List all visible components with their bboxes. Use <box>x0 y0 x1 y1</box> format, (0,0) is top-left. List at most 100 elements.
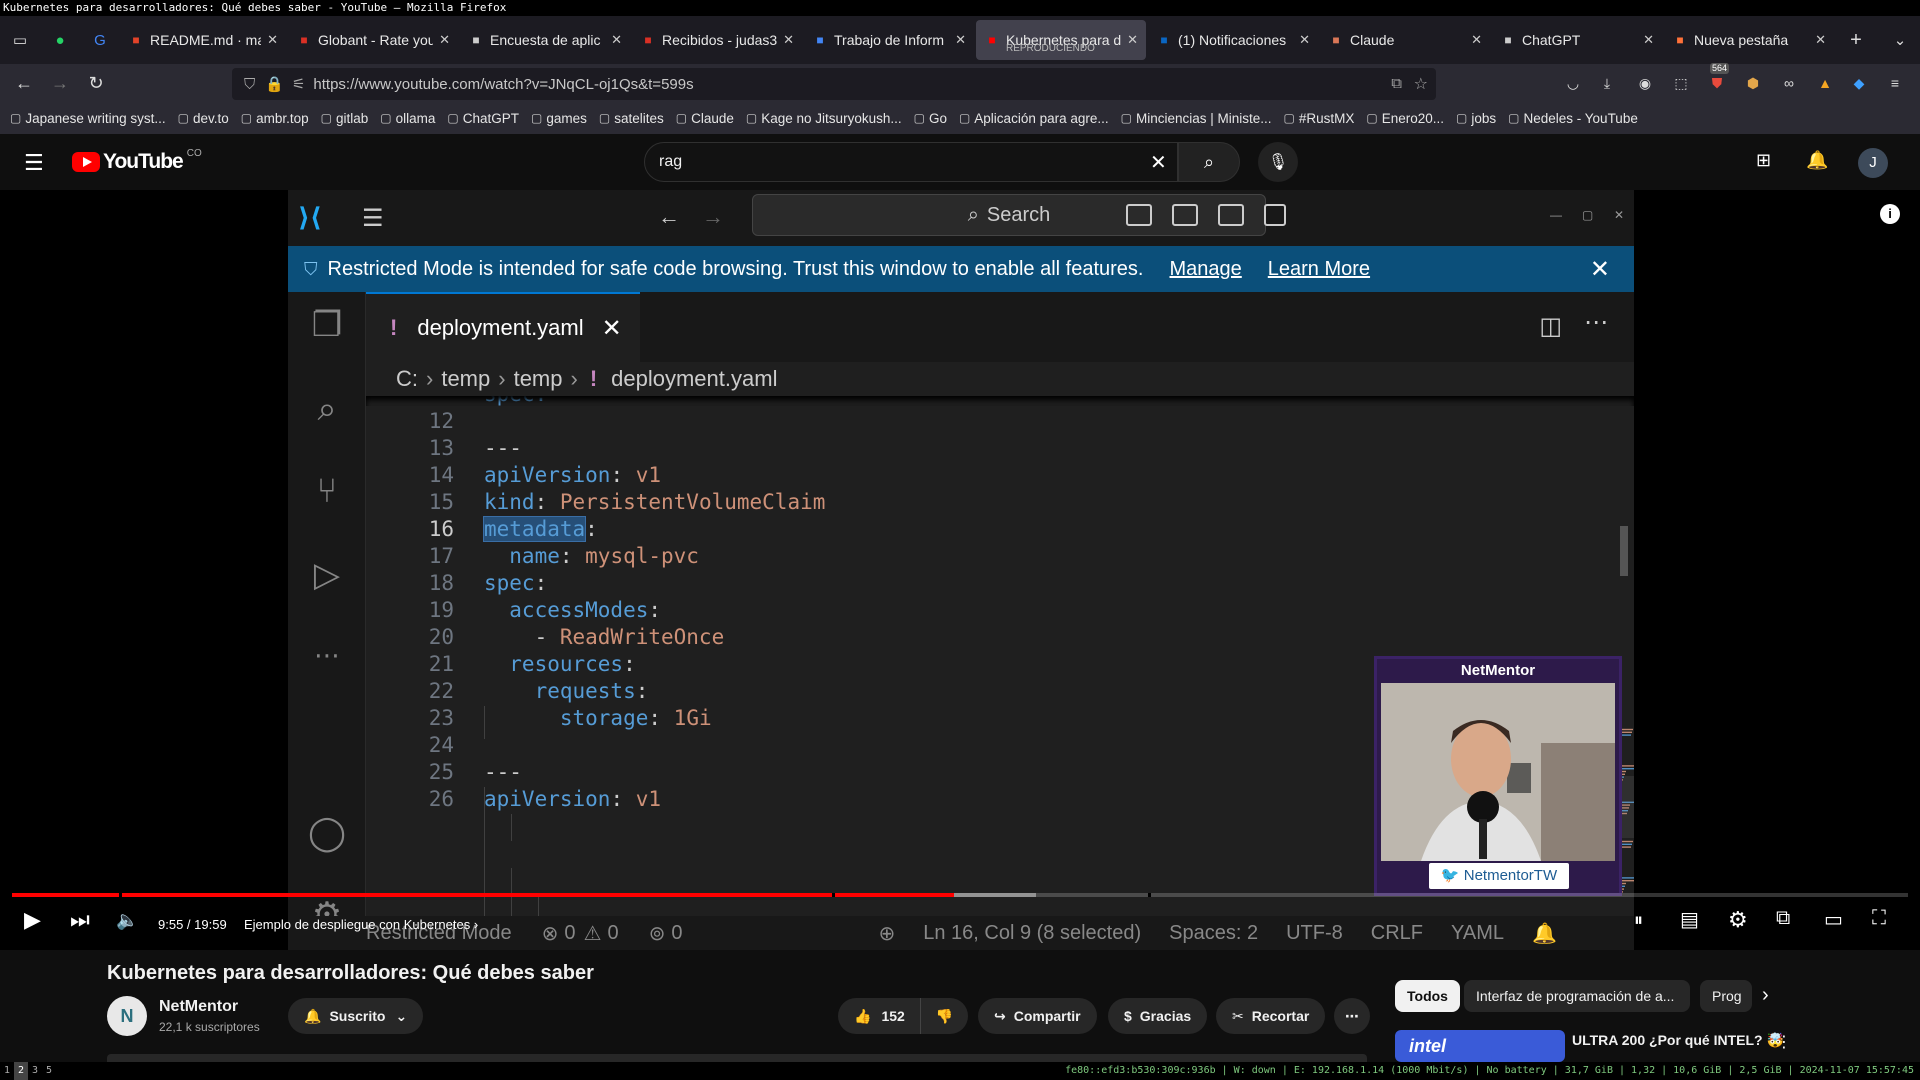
bookmark-item[interactable]: ▢ Minciencias | Ministe... <box>1121 111 1272 126</box>
bookmark-item[interactable]: ▢ Aplicación para agre... <box>959 111 1109 126</box>
side-video-title[interactable]: ULTRA 200 ¿Por qué INTEL? 🤯 <box>1572 1032 1784 1049</box>
browser-tab[interactable]: ■ Claude ✕ <box>1320 20 1490 60</box>
user-avatar[interactable]: J <box>1858 148 1888 178</box>
bookmark-item[interactable]: ▢ jobs <box>1456 111 1496 126</box>
pocket-icon[interactable]: ◡ <box>1562 72 1584 94</box>
chapter-title[interactable]: Ejemplo de despliegue con Kubernetes › <box>244 917 478 932</box>
bookmark-item[interactable]: ▢ gitlab <box>321 111 369 126</box>
browser-tab[interactable]: ■ Nueva pestaña ✕ <box>1664 20 1834 60</box>
channel-avatar[interactable]: N <box>107 996 147 1036</box>
downloads-icon[interactable]: ⤓ <box>1596 72 1618 94</box>
subscribed-button[interactable]: 🔔 Suscrito ⌄ <box>288 998 424 1034</box>
browser-tab[interactable]: ■ Recibidos - judas3 ✕ <box>632 20 802 60</box>
youtube-logo[interactable]: YouTube CO <box>72 148 202 174</box>
shield-icon[interactable]: ⛉ <box>244 76 255 93</box>
bookmark-item[interactable]: ▢ Japanese writing syst... <box>10 111 166 126</box>
browser-tab[interactable]: ■ Globant - Rate you ✕ <box>288 20 458 60</box>
translate-icon[interactable]: ⧉ <box>1391 75 1402 92</box>
browser-tab[interactable]: ■ README.md · mai ✕ <box>120 20 286 60</box>
extension-icon[interactable]: ⬢ <box>1742 72 1764 94</box>
close-tab-icon[interactable]: ✕ <box>1471 32 1482 48</box>
theater-mode-icon[interactable]: ▭ <box>1824 907 1843 932</box>
chip-programming[interactable]: Prog <box>1700 980 1752 1012</box>
autoplay-toggle[interactable]: ⏸ <box>1634 910 1643 931</box>
bookmark-item[interactable]: ▢ ChatGPT <box>447 111 519 126</box>
back-arrow-icon[interactable]: ← <box>6 67 42 99</box>
play-button[interactable]: ▶ <box>24 907 41 933</box>
close-tab-icon[interactable]: ✕ <box>611 32 622 48</box>
more-actions-button[interactable]: ⋯ <box>1334 998 1370 1034</box>
tab-list-icon[interactable]: ▭ <box>0 20 40 60</box>
volume-icon[interactable]: 🔈 <box>116 910 138 931</box>
new-tab-icon[interactable]: + <box>1836 20 1876 60</box>
youtube-search-input[interactable]: rag <box>644 142 1178 182</box>
close-tab-icon[interactable]: ✕ <box>267 32 278 48</box>
bookmark-item[interactable]: ▢ Nedeles - YouTube <box>1508 111 1638 126</box>
fullscreen-icon[interactable]: ⛶ <box>1872 907 1886 930</box>
chip-all[interactable]: Todos <box>1395 980 1460 1012</box>
workspace-item[interactable]: 3 <box>28 1062 42 1080</box>
browser-tab[interactable]: ■ (1) Notificaciones ✕ <box>1148 20 1318 60</box>
ublock-icon[interactable]: ⛊ 564 <box>1706 63 1730 94</box>
clear-search-icon[interactable]: ✕ <box>1150 150 1167 175</box>
close-tab-icon[interactable]: ✕ <box>1299 32 1310 48</box>
google-pinned-tab[interactable]: G <box>80 20 120 60</box>
bookmark-item[interactable]: ▢ dev.to <box>178 111 229 126</box>
progress-bar[interactable] <box>12 893 1908 897</box>
bookmark-item[interactable]: ▢ ambr.top <box>241 111 309 126</box>
bookmark-item[interactable]: ▢ ollama <box>380 111 435 126</box>
chips-next-chevron-icon[interactable]: › <box>1762 984 1769 1007</box>
youtube-search-button[interactable]: ⌕ <box>1178 142 1240 182</box>
miniplayer-icon[interactable]: ⧉ <box>1776 907 1790 930</box>
clip-button[interactable]: ✂ Recortar <box>1216 998 1326 1034</box>
bookmark-item[interactable]: ▢ Go <box>914 111 947 126</box>
close-tab-icon[interactable]: ✕ <box>1643 32 1654 48</box>
account-icon[interactable]: ◉ <box>1634 72 1656 94</box>
subtitles-icon[interactable]: ▤ <box>1680 907 1699 932</box>
url-text[interactable]: https://www.youtube.com/watch?v=JNqCL-oj… <box>313 76 693 93</box>
extension-icon[interactable]: ◆ <box>1848 72 1870 94</box>
bookmark-item[interactable]: ▢ games <box>531 111 587 126</box>
workspace-item[interactable]: 2 <box>14 1062 28 1080</box>
browser-tab[interactable]: ■ Trabajo de Inform ✕ <box>804 20 974 60</box>
chip-api[interactable]: Interfaz de programación de a... <box>1464 980 1690 1012</box>
notifications-bell-icon[interactable]: 🔔 <box>1806 150 1828 171</box>
youtube-menu-icon[interactable]: ☰ <box>24 150 44 176</box>
channel-name[interactable]: NetMentor <box>159 998 238 1016</box>
voice-search-mic-icon[interactable]: 🎙 <box>1258 142 1298 182</box>
browser-tab[interactable]: ■ ChatGPT ✕ <box>1492 20 1662 60</box>
extensions-icon[interactable]: ⬚ <box>1670 72 1692 94</box>
settings-gear-icon[interactable]: ⚙ <box>1728 907 1748 933</box>
extension-icon[interactable]: ∞ <box>1778 72 1800 94</box>
bookmark-item[interactable]: ▢ Enero20... <box>1366 111 1444 126</box>
video-player[interactable]: ⟩⟨ ☰ ← → ⌕ Search — ▢ ✕ ⛉ Restricted Mode… <box>0 190 1920 950</box>
extension-icon[interactable]: ▲ <box>1814 72 1836 94</box>
info-icon[interactable]: i <box>1880 204 1900 224</box>
thanks-button[interactable]: $ Gracias <box>1108 998 1208 1034</box>
url-bar[interactable]: ⛉ 🔒 ⚟ https://www.youtube.com/watch?v=JN… <box>232 68 1436 100</box>
close-tab-icon[interactable]: ✕ <box>1127 32 1138 48</box>
next-video-button[interactable]: ⏭ <box>70 907 90 933</box>
app-menu-icon[interactable]: ≡ <box>1884 72 1906 94</box>
close-tab-icon[interactable]: ✕ <box>1815 32 1826 48</box>
close-tab-icon[interactable]: ✕ <box>955 32 966 48</box>
create-video-icon[interactable]: ⊞ <box>1756 150 1771 171</box>
whatsapp-pinned-tab[interactable]: ● <box>40 20 80 60</box>
bookmark-item[interactable]: ▢ satelites <box>599 111 664 126</box>
dislike-button[interactable]: 👎 <box>920 998 968 1034</box>
workspace-item[interactable]: 5 <box>42 1062 56 1080</box>
share-button[interactable]: ↪ Compartir <box>978 998 1097 1034</box>
workspace-item[interactable]: 1 <box>0 1062 14 1080</box>
bookmark-star-icon[interactable]: ☆ <box>1414 74 1428 94</box>
forward-arrow-icon[interactable]: → <box>42 67 78 99</box>
bookmark-item[interactable]: ▢ #RustMX <box>1284 111 1355 126</box>
permissions-icon[interactable]: ⚟ <box>292 75 305 93</box>
browser-tab[interactable]: ■ Encuesta de aplic ✕ <box>460 20 630 60</box>
side-video-menu-icon[interactable]: ⋮ <box>1776 1032 1792 1052</box>
bookmark-item[interactable]: ▢ Kage no Jitsuryokush... <box>746 111 902 126</box>
bookmark-item[interactable]: ▢ Claude <box>676 111 734 126</box>
side-video-thumbnail[interactable]: intel <box>1395 1030 1565 1062</box>
browser-tab[interactable]: ■ Kubernetes para d REPRODUCIENDO ✕ <box>976 20 1146 60</box>
reload-icon[interactable]: ↻ <box>78 67 114 99</box>
close-tab-icon[interactable]: ✕ <box>439 32 450 48</box>
